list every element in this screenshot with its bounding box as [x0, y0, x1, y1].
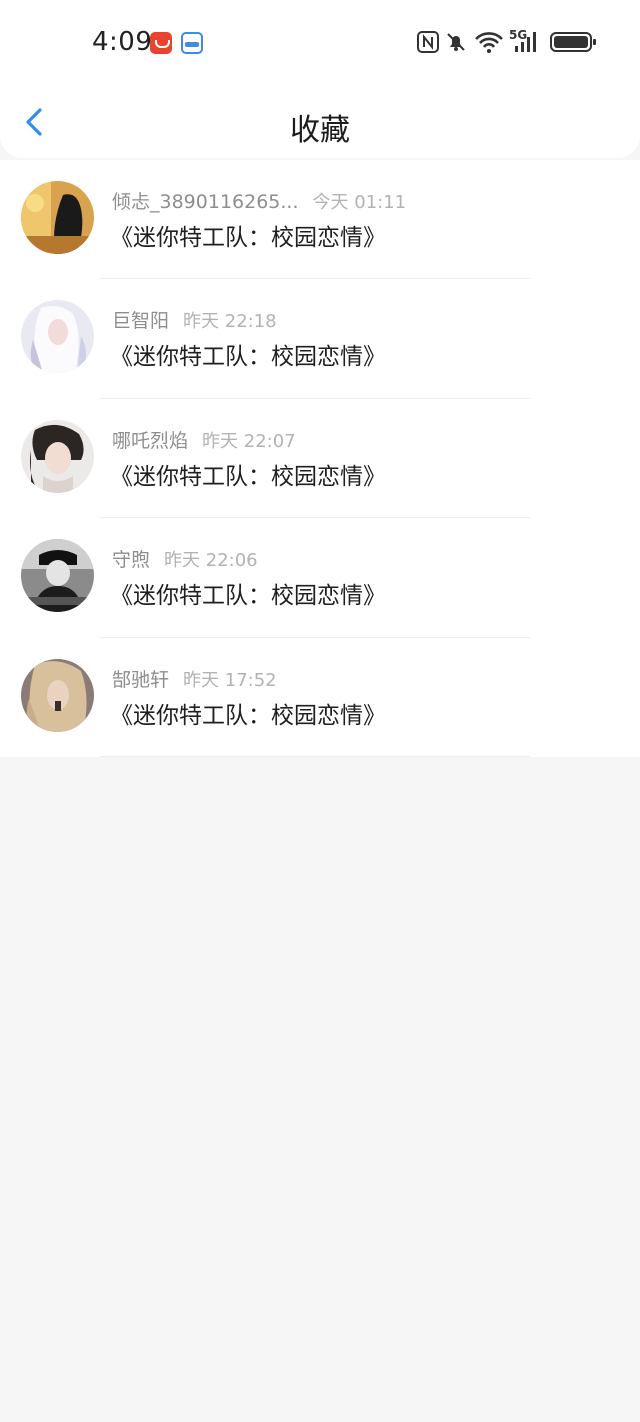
sender-name: 哪吒烈焰 昨天 22:07 — [112, 429, 296, 452]
signal-icon — [515, 32, 536, 52]
sender-name: 守煦 昨天 22:06 — [112, 549, 258, 572]
item-message: 《迷你特工队：校园恋情》 — [110, 463, 386, 490]
nav-bar: 收藏 — [0, 86, 640, 158]
list-item[interactable]: 哪吒烈焰 昨天 22:07 《迷你特工队：校园恋情》 — [0, 399, 640, 519]
item-message: 《迷你特工队：校园恋情》 — [110, 225, 386, 251]
item-message: 《迷你特工队：校园恋情》 — [110, 702, 386, 729]
item-time: 今天 01:11 — [312, 192, 407, 213]
list-item[interactable]: 郜驰轩 昨天 17:52 《迷你特工队：校园恋情》 — [0, 638, 640, 757]
sender-name: 郜驰轩 昨天 17:52 — [112, 668, 277, 691]
avatar[interactable] — [21, 419, 94, 493]
top-panel: 4:09 5G 收藏 — [0, 0, 640, 158]
item-time: 昨天 22:18 — [183, 311, 277, 333]
avatar[interactable] — [21, 181, 94, 254]
page-title: 收藏 — [290, 113, 350, 148]
list-item[interactable]: 守煦 昨天 22:06 《迷你特工队：校园恋情》 — [0, 518, 640, 638]
status-bar: 4:09 5G — [0, 0, 640, 86]
favorites-list: 倾忐_3890116265... 今天 01:11 《迷你特工队：校园恋情》 巨智… — [0, 160, 640, 757]
item-message: 《迷你特工队：校园恋情》 — [110, 583, 386, 610]
divider — [100, 755, 530, 757]
sender-name: 倾忐_3890116265... 今天 01:11 — [112, 191, 407, 213]
status-time: 4:09 — [92, 27, 153, 57]
sender-name: 巨智阳 昨天 22:18 — [112, 310, 277, 333]
avatar[interactable] — [21, 300, 94, 374]
item-time: 昨天 22:07 — [202, 430, 296, 452]
avatar[interactable] — [21, 658, 94, 732]
mute-icon — [447, 33, 465, 51]
nfc-icon — [417, 31, 439, 53]
list-item[interactable]: 巨智阳 昨天 22:18 《迷你特工队：校园恋情》 — [0, 279, 640, 399]
avatar[interactable] — [21, 539, 94, 613]
message-app-icon — [150, 32, 172, 54]
wifi-icon — [475, 32, 503, 53]
calendar-100-icon — [181, 32, 203, 54]
item-time: 昨天 22:06 — [164, 550, 258, 572]
item-time: 昨天 17:52 — [183, 669, 277, 691]
list-item[interactable]: 倾忐_3890116265... 今天 01:11 《迷你特工队：校园恋情》 — [0, 160, 640, 280]
battery-icon — [550, 32, 596, 52]
system-icons: 5G — [414, 28, 604, 58]
item-message: 《迷你特工队：校园恋情》 — [110, 344, 386, 371]
